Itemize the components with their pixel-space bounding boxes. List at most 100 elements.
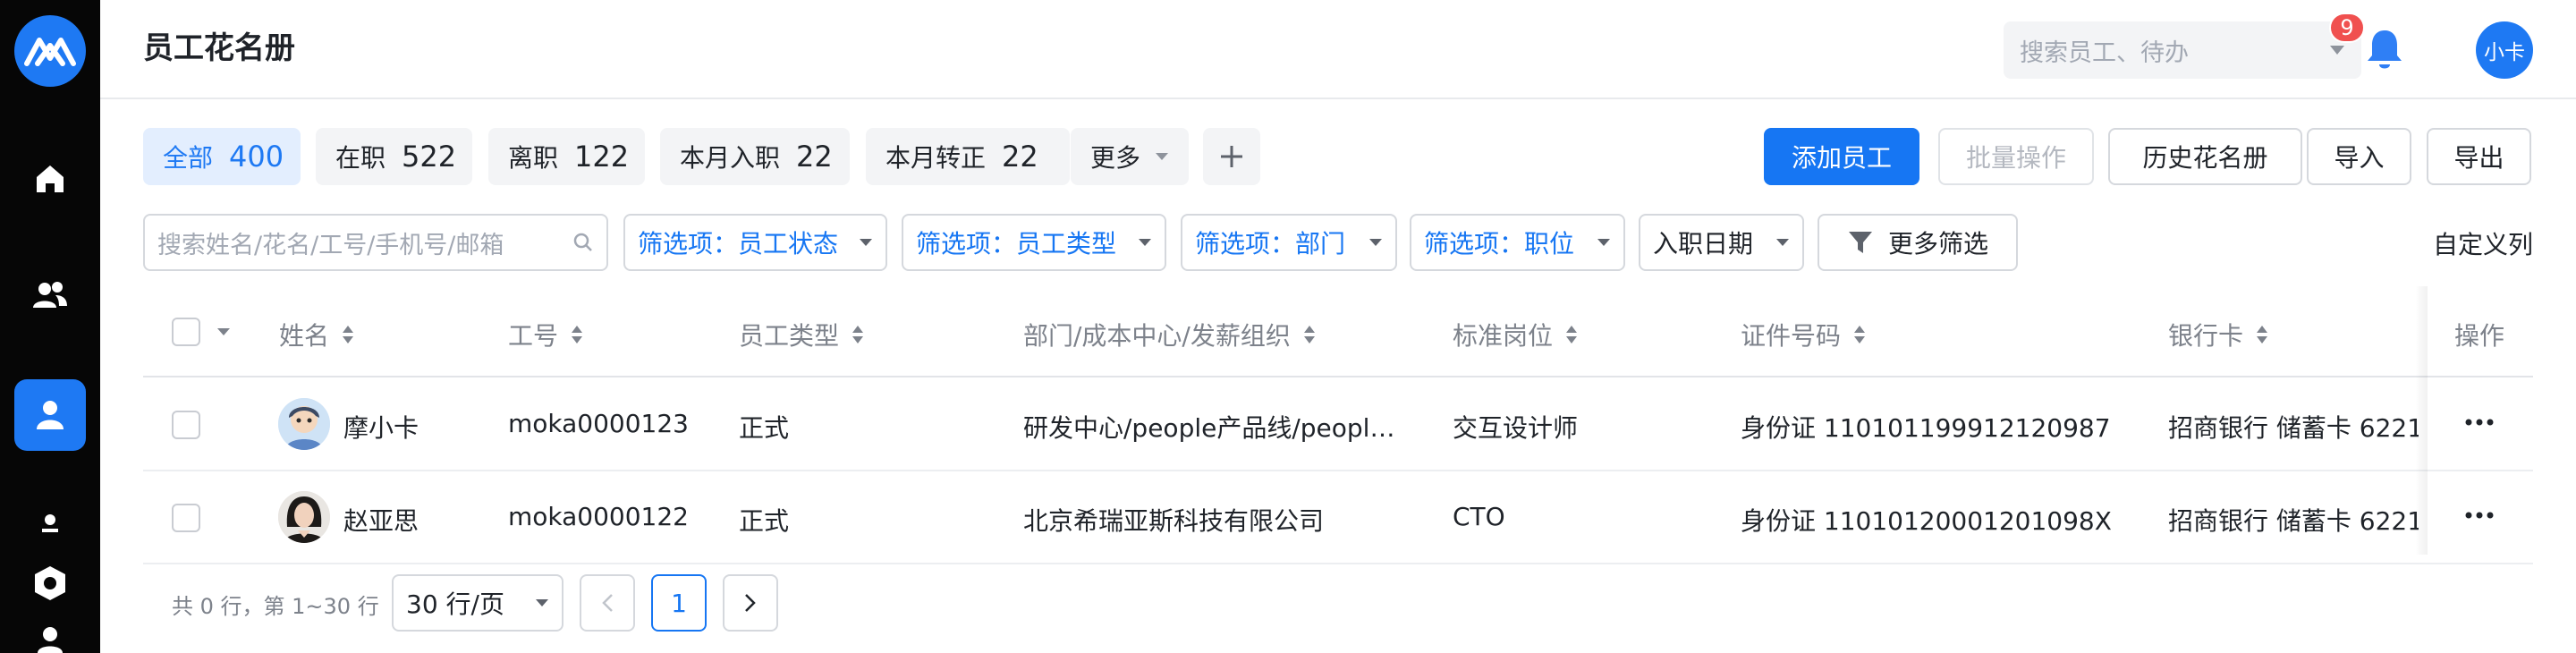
import-button[interactable]: 导入: [2307, 128, 2411, 185]
table-row[interactable]: 赵亚思 moka0000122 正式 北京希瑞亚斯科技有限公司 CTO 身份证 …: [143, 471, 2533, 564]
tab-active-employees[interactable]: 在职 522: [316, 128, 472, 185]
cell-id-number: 身份证 110101199912120987: [1741, 413, 2111, 443]
table-row[interactable]: 摩小卡 moka0000123 正式 研发中心/people产品线/peopl……: [143, 378, 2533, 471]
sort-icon: [1303, 326, 1315, 343]
tab-count: 522: [402, 140, 457, 174]
sort-icon: [1566, 326, 1578, 343]
column-title: 证件号码: [1741, 321, 1842, 351]
global-search[interactable]: 搜索员工、待办: [2004, 21, 2361, 79]
more-filters-button[interactable]: 更多筛选: [1818, 214, 2018, 271]
row-checkbox[interactable]: [172, 411, 200, 439]
tab-label: 本月转正: [886, 143, 987, 173]
pagination-info: 共 0 行，第 1~30 行: [172, 594, 379, 619]
table-header: 姓名 工号 员工类型 部门/成本中心/发薪组织 标准岗位 证件号码 银行卡 操作: [143, 286, 2533, 377]
batch-action-button[interactable]: 批量操作: [1938, 128, 2094, 185]
cell-employee-type: 正式: [739, 413, 790, 443]
column-header-employee-id[interactable]: 工号: [508, 317, 583, 352]
tab-regularized-this-month[interactable]: 本月转正 22: [866, 128, 1070, 185]
filter-department[interactable]: 筛选项：部门: [1181, 214, 1397, 271]
tab-label: 全部: [163, 143, 214, 173]
nav-item-small[interactable]: [14, 501, 86, 546]
sort-icon: [1854, 326, 1866, 343]
tab-all[interactable]: 全部 400: [143, 128, 301, 185]
nav-team[interactable]: [14, 259, 86, 331]
filter-label: 筛选项：职位: [1424, 229, 1575, 259]
more-actions-icon[interactable]: [2464, 418, 2495, 427]
column-title: 工号: [508, 321, 559, 351]
pin-icon: [42, 514, 58, 532]
cell-department: 北京希瑞亚斯科技有限公司: [1023, 506, 1325, 536]
filter-position[interactable]: 筛选项：职位: [1410, 214, 1625, 271]
column-header-bank-card[interactable]: 银行卡: [2168, 317, 2268, 352]
cell-id-number: 身份证 11010120001201098X: [1741, 506, 2112, 536]
prev-page-button[interactable]: [580, 574, 635, 632]
column-title: 标准岗位: [1453, 321, 1554, 351]
sort-icon: [343, 326, 354, 343]
filter-employee-status[interactable]: 筛选项：员工状态: [623, 214, 887, 271]
chevron-down-icon: [1597, 239, 1610, 246]
customize-columns-link[interactable]: 自定义列: [2433, 225, 2533, 261]
users-icon: [33, 282, 67, 308]
tab-count: 22: [1002, 140, 1038, 174]
cell-employee-id: moka0000123: [508, 409, 689, 438]
cell-bank-card: 招商银行 储蓄卡 62215: [2168, 413, 2419, 443]
tab-count: 22: [796, 140, 833, 174]
add-employee-button[interactable]: 添加员工: [1764, 128, 1919, 185]
page-number-button[interactable]: 1: [651, 574, 707, 632]
chevron-down-icon[interactable]: [216, 327, 231, 336]
select-all-checkbox[interactable]: [172, 318, 200, 346]
avatar: [278, 398, 330, 450]
cell-department: 研发中心/people产品线/peopl…: [1023, 413, 1395, 443]
tab-label: 更多: [1090, 143, 1141, 173]
sort-icon: [572, 326, 583, 343]
filter-label: 筛选项：员工状态: [638, 229, 839, 259]
avatar: [278, 491, 330, 543]
tab-label: 在职: [335, 143, 386, 173]
app-logo[interactable]: [14, 15, 86, 87]
filter-employee-type[interactable]: 筛选项：员工类型: [902, 214, 1166, 271]
nav-profile[interactable]: [14, 626, 86, 653]
more-actions-icon[interactable]: [2464, 511, 2495, 520]
column-header-department[interactable]: 部门/成本中心/发薪组织: [1023, 317, 1316, 352]
nav-settings[interactable]: [14, 547, 86, 619]
cell-name[interactable]: 赵亚思: [343, 502, 419, 538]
filter-label: 筛选项：员工类型: [916, 229, 1117, 259]
fixed-column-shadow: [2415, 286, 2428, 555]
row-checkbox[interactable]: [172, 504, 200, 532]
cell-name[interactable]: 摩小卡: [343, 409, 419, 445]
next-page-button[interactable]: [723, 574, 778, 632]
settings-icon: [35, 566, 65, 600]
tab-more[interactable]: 更多: [1071, 128, 1189, 185]
page-header: 员工花名册 搜索员工、待办 9 小卡: [100, 0, 2576, 99]
add-tab-button[interactable]: [1203, 128, 1260, 185]
page-size-select[interactable]: 30 行/页: [392, 574, 564, 632]
tab-joined-this-month[interactable]: 本月入职 22: [660, 128, 850, 185]
employee-search-placeholder: 搜索姓名/花名/工号/手机号/邮箱: [157, 231, 504, 259]
photo-avatar-icon: [278, 491, 330, 543]
history-roster-button[interactable]: 历史花名册: [2108, 128, 2302, 185]
moka-logo-icon: [24, 38, 76, 66]
column-header-name[interactable]: 姓名: [279, 317, 354, 352]
user-avatar[interactable]: 小卡: [2476, 21, 2533, 79]
chevron-right-icon: [745, 594, 756, 612]
nav-home[interactable]: [14, 143, 86, 215]
more-filters-label: 更多筛选: [1887, 229, 1988, 259]
left-nav: [0, 0, 100, 653]
filter-hire-date[interactable]: 入职日期: [1639, 214, 1804, 271]
column-header-position[interactable]: 标准岗位: [1453, 317, 1578, 352]
column-title: 姓名: [279, 321, 330, 351]
export-button[interactable]: 导出: [2427, 128, 2531, 185]
nav-employee-roster[interactable]: [14, 379, 86, 451]
chevron-down-icon: [1776, 239, 1789, 246]
chevron-down-icon: [2330, 46, 2344, 55]
column-title: 员工类型: [739, 321, 840, 351]
cell-employee-type: 正式: [739, 506, 790, 536]
chevron-down-icon: [1369, 239, 1382, 246]
bell-icon: [2368, 30, 2402, 69]
employee-search-input[interactable]: 搜索姓名/花名/工号/手机号/邮箱: [143, 214, 608, 271]
column-header-employee-type[interactable]: 员工类型: [739, 317, 864, 352]
cell-position: 交互设计师: [1453, 413, 1579, 443]
notification-button[interactable]: [2358, 25, 2411, 75]
tab-resigned[interactable]: 离职 122: [488, 128, 645, 185]
column-header-id-number[interactable]: 证件号码: [1741, 317, 1866, 352]
